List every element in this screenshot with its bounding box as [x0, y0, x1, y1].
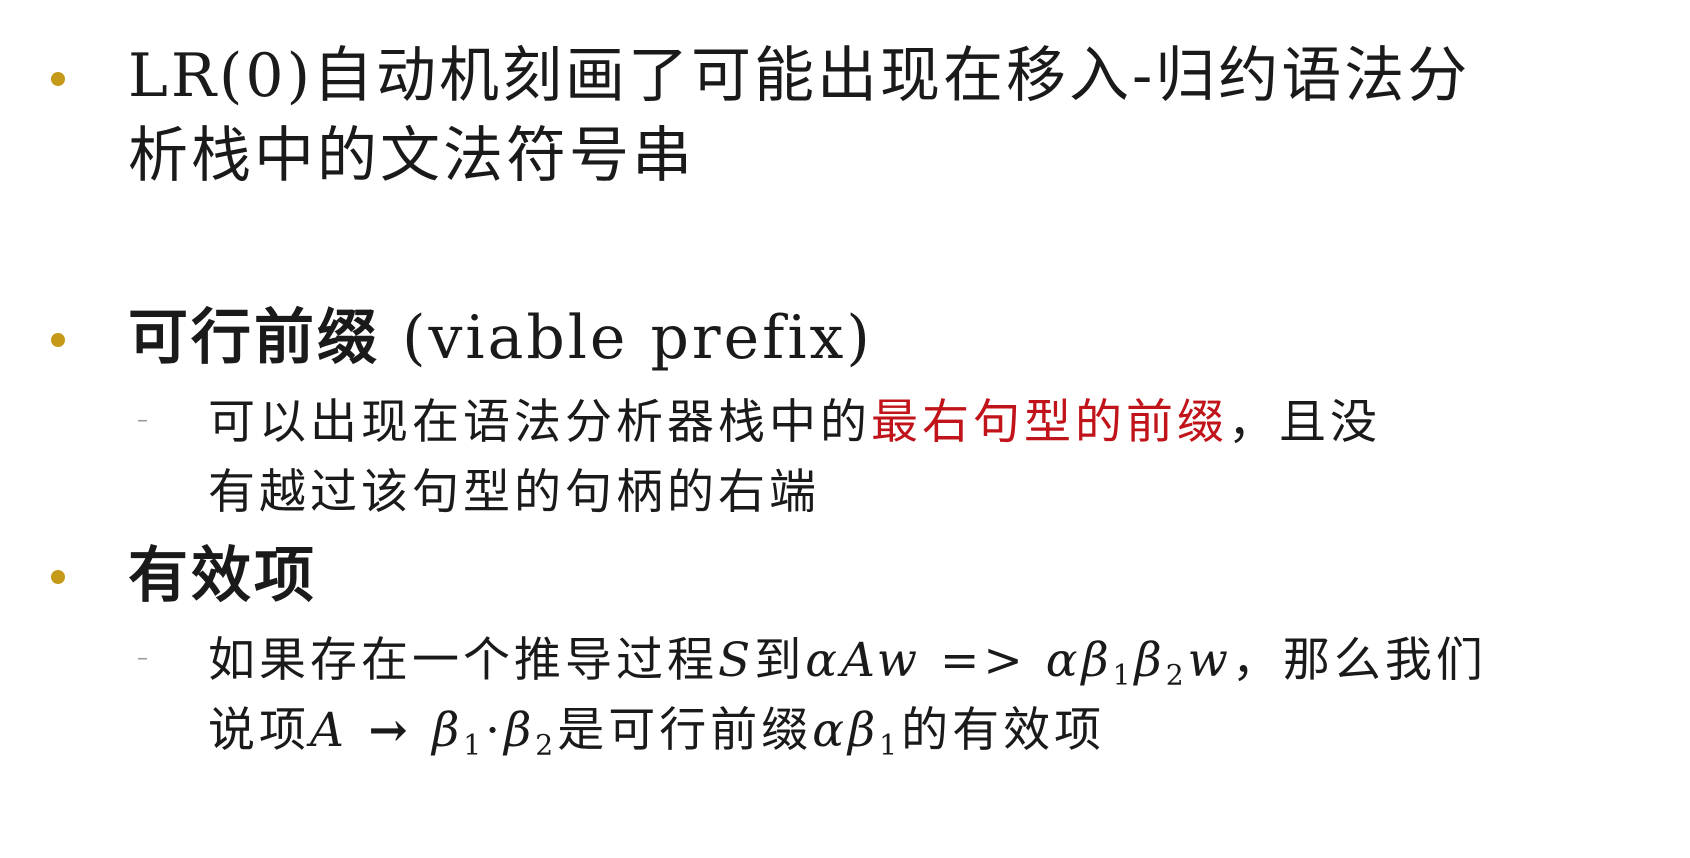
valid-item-line-1: 如果存在一个推导过程S到αAw => αβ1β2w，那么我们 — [208, 633, 1487, 692]
valid-item-heading: 有效项 — [128, 541, 317, 611]
definition-text-before: 可以出现在语法分析器栈中的 — [208, 395, 871, 450]
bullet-lr0-line-2: 析栈中的文法符号串 — [128, 121, 695, 191]
valid-item-line-2: 说项A → β1·β2是可行前缀αβ1的有效项 — [208, 703, 1106, 762]
bullet-dot-icon — [51, 570, 65, 584]
bullet-lr0-text: LR(0)自动机刻画了可能出现在移入-归约语法分 析栈中的文法符号串 — [128, 36, 1470, 196]
viable-prefix-english: (viable prefix) — [380, 303, 873, 373]
bullet-lr0-line-1: LR(0)自动机刻画了可能出现在移入-归约语法分 — [128, 41, 1471, 111]
slide: LR(0)自动机刻画了可能出现在移入-归约语法分 析栈中的文法符号串 可行前缀 … — [0, 0, 1690, 858]
bullet-valid-item-title: 有效项 — [128, 536, 317, 616]
bullet-viable-prefix-title: 可行前缀 (viable prefix) — [128, 298, 873, 378]
bullet-dot-icon — [51, 333, 65, 347]
definition-highlight: 最右句型的前缀 — [871, 395, 1228, 450]
sub-bullet-dash-icon: – — [137, 646, 148, 671]
valid-item-definition: 如果存在一个推导过程S到αAw => αβ1β2w，那么我们 说项A → β1·… — [208, 626, 1487, 766]
viable-prefix-heading: 可行前缀 — [128, 303, 380, 373]
bullet-dot-icon — [51, 72, 65, 86]
sub-bullet-dash-icon: – — [137, 408, 148, 433]
definition-text-after: ，且没 — [1228, 395, 1381, 450]
viable-prefix-definition: 可以出现在语法分析器栈中的最右句型的前缀，且没 有越过该句型的句柄的右端 — [208, 388, 1381, 528]
definition-line-2: 有越过该句型的句柄的右端 — [208, 465, 820, 520]
